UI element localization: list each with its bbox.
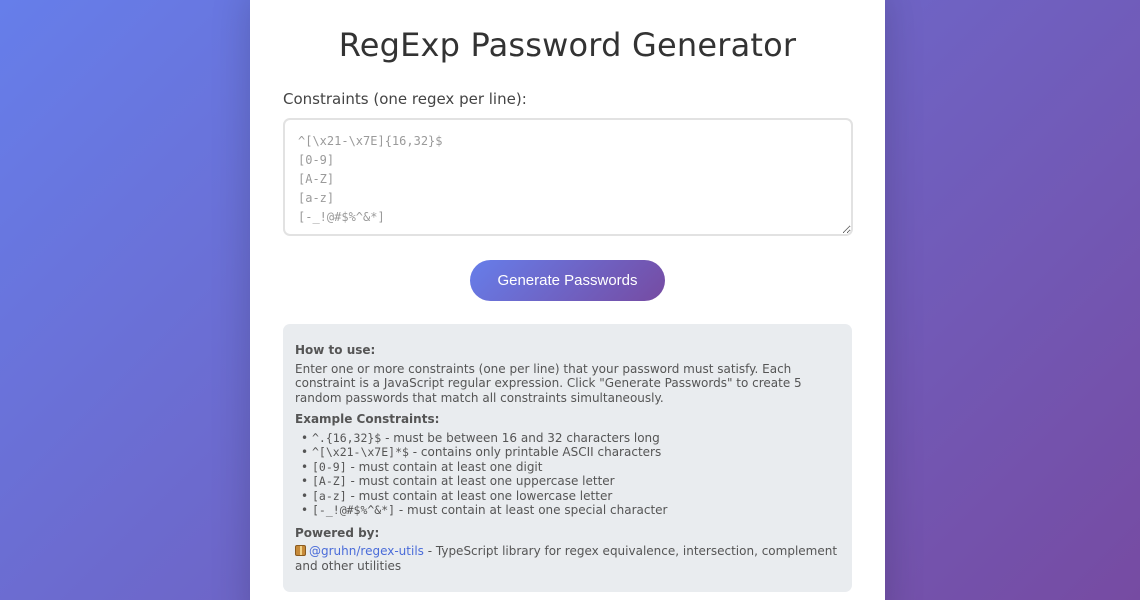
example-code: [a-z] [312, 488, 347, 503]
example-desc: - must contain at least one digit [346, 459, 543, 474]
list-item: • [-_!@#$%^&*] - must contain at least on… [295, 503, 840, 518]
main-card: RegExp Password Generator Constraints (o… [250, 0, 885, 600]
example-code: ^.{16,32}$ [312, 430, 382, 445]
bullet-icon: • [301, 430, 309, 445]
example-code: [0-9] [312, 459, 347, 474]
bullet-icon: • [301, 488, 309, 503]
generate-passwords-button[interactable]: Generate Passwords [470, 260, 665, 301]
how-to-text: Enter one or more constraints (one per l… [295, 361, 802, 405]
example-code: [A-Z] [312, 474, 347, 488]
list-item: • [A-Z] - must contain at least one upper… [295, 474, 840, 489]
button-row: Generate Passwords [283, 260, 852, 301]
package-icon [295, 545, 306, 556]
page-title: RegExp Password Generator [338, 26, 797, 64]
example-code: [-_!@#$%^&*] [312, 503, 396, 517]
example-desc: - must contain at least one uppercase le… [346, 474, 615, 488]
list-item: • ^.{16,32}$ - must be between 16 and 32 … [295, 431, 840, 446]
example-code: ^[\x21-\x7E]*$ [312, 445, 409, 459]
constraints-label: Constraints (one regex per line): [283, 90, 527, 108]
info-panel: How to use: Enter one or more constraint… [283, 324, 852, 592]
list-item: • [a-z] - must contain at least one lower… [295, 489, 840, 504]
powered-by-text: @gruhn/regex-utils - TypeScript library … [295, 544, 840, 573]
bullet-icon: • [301, 474, 309, 488]
list-item: • ^[\x21-\x7E]*$ - contains only printabl… [295, 445, 840, 460]
how-to-heading: How to use: [295, 343, 376, 357]
list-item: • [0-9] - must contain at least one digit [295, 460, 840, 475]
bullet-icon: • [301, 503, 309, 517]
example-desc: - must contain at least one lowercase le… [346, 488, 613, 503]
example-desc: - must contain at least one special char… [395, 503, 668, 517]
regex-utils-link[interactable]: @gruhn/regex-utils [309, 544, 424, 558]
example-desc: - must be between 16 and 32 characters l… [381, 430, 660, 445]
bullet-icon: • [301, 445, 309, 459]
constraints-input[interactable] [283, 118, 853, 236]
examples-heading: Example Constraints: [295, 412, 440, 426]
powered-by-heading: Powered by: [295, 525, 380, 540]
example-desc: - contains only printable ASCII characte… [408, 445, 662, 459]
bullet-icon: • [301, 459, 309, 474]
examples-list: • ^.{16,32}$ - must be between 16 and 32 … [295, 431, 840, 518]
